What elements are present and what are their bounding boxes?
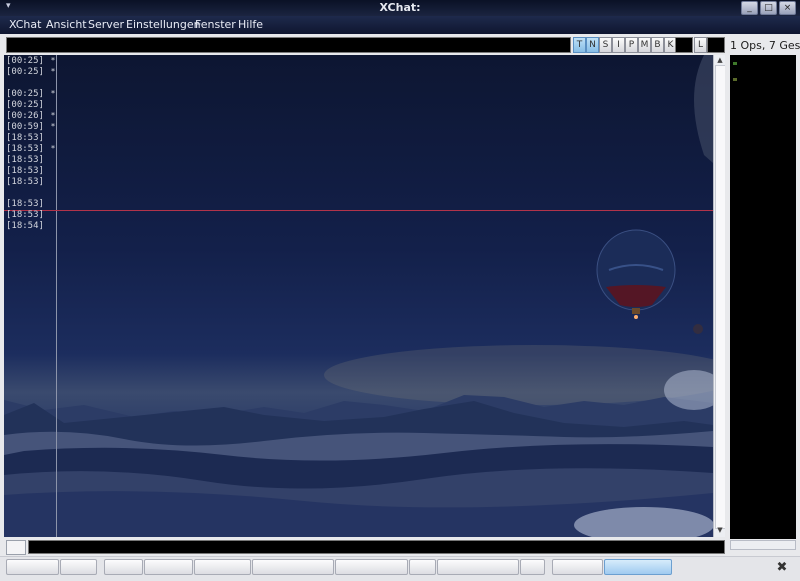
channel-tab-active[interactable] bbox=[604, 559, 672, 575]
chat-timestamp: [18:53] bbox=[6, 177, 44, 187]
user-list[interactable] bbox=[730, 55, 796, 539]
channel-tab[interactable] bbox=[60, 559, 97, 575]
chat-timestamp: [18:53] bbox=[6, 199, 44, 209]
message-input[interactable] bbox=[28, 540, 725, 554]
close-button[interactable]: × bbox=[779, 1, 796, 15]
menu-ansicht[interactable]: Ansicht bbox=[46, 18, 87, 31]
chat-nick: * bbox=[51, 144, 55, 153]
chat-timestamp: [00:25] bbox=[6, 100, 44, 110]
mode-p-button[interactable]: P bbox=[625, 37, 638, 53]
chat-timestamp: [00:25] bbox=[6, 89, 44, 99]
mode-i-button[interactable]: I bbox=[612, 37, 625, 53]
mode-b-button[interactable]: B bbox=[651, 37, 664, 53]
menu-hilfe[interactable]: Hilfe bbox=[238, 18, 263, 31]
chat-timestamp: [00:25] bbox=[6, 67, 44, 77]
user-count: 1 Ops, 7 Gesa bbox=[730, 39, 800, 52]
chat-timestamp: [18:53] bbox=[6, 166, 44, 176]
user-status-icon bbox=[733, 62, 737, 65]
chat-timestamp: [00:26] bbox=[6, 111, 44, 121]
chat-nick: * bbox=[51, 89, 55, 98]
user-list-scrollbar[interactable] bbox=[730, 540, 796, 550]
close-tab-icon[interactable]: ✖ bbox=[775, 561, 789, 575]
chat-timestamp: [18:53] bbox=[6, 155, 44, 165]
chat-timestamp: [18:53] bbox=[6, 133, 44, 143]
limit-field[interactable] bbox=[707, 37, 725, 53]
menu-einstellungen[interactable]: Einstellungen bbox=[126, 18, 201, 31]
chat-timestamp: [00:59] bbox=[6, 122, 44, 132]
key-field[interactable] bbox=[675, 37, 693, 53]
nick-separator bbox=[56, 55, 57, 537]
channel-tab[interactable] bbox=[520, 559, 545, 575]
menu-server[interactable]: Server bbox=[88, 18, 124, 31]
chat-nick: * bbox=[51, 111, 55, 120]
channel-tab[interactable] bbox=[104, 559, 143, 575]
balloon-landscape-background bbox=[4, 55, 713, 537]
title-bar: ▾ XChat: _ □ × bbox=[0, 0, 800, 16]
mode-l-button[interactable]: L bbox=[694, 37, 707, 53]
chat-text-area[interactable]: [00:25] * [00:25] * [00:25] * [00:25] [0… bbox=[4, 55, 713, 537]
channel-tab[interactable] bbox=[409, 559, 436, 575]
minimize-button[interactable]: _ bbox=[741, 1, 758, 15]
channel-tab[interactable] bbox=[144, 559, 193, 575]
mode-m-button[interactable]: M bbox=[638, 37, 651, 53]
maximize-button[interactable]: □ bbox=[760, 1, 777, 15]
chat-timestamp: [18:53] bbox=[6, 210, 44, 220]
topic-input[interactable] bbox=[6, 37, 571, 53]
chat-timestamp: [00:25] bbox=[6, 56, 44, 66]
menu-bar: XChat Ansicht Server Einstellungen Fenst… bbox=[0, 16, 800, 34]
channel-tab[interactable] bbox=[194, 559, 251, 575]
chat-nick: * bbox=[51, 67, 55, 76]
chat-nick: * bbox=[51, 56, 55, 65]
chat-nick: * bbox=[51, 122, 55, 131]
channel-tab[interactable] bbox=[252, 559, 334, 575]
channel-tab[interactable] bbox=[437, 559, 519, 575]
channel-tab[interactable] bbox=[335, 559, 408, 575]
menu-xchat[interactable]: XChat bbox=[9, 18, 41, 31]
marker-line bbox=[4, 210, 713, 211]
mode-s-button[interactable]: S bbox=[599, 37, 612, 53]
chat-timestamp: [18:53] bbox=[6, 144, 44, 154]
window-title: XChat: bbox=[379, 1, 421, 14]
user-status-icon bbox=[733, 78, 737, 81]
channel-tab[interactable] bbox=[6, 559, 59, 575]
mode-t-button[interactable]: T bbox=[573, 37, 586, 53]
nick-button[interactable] bbox=[6, 540, 26, 555]
menu-fenster[interactable]: Fenster bbox=[195, 18, 236, 31]
mode-n-button[interactable]: N bbox=[586, 37, 599, 53]
chat-timestamp: [18:54] bbox=[6, 221, 44, 231]
channel-tab[interactable] bbox=[552, 559, 603, 575]
xchat-window: ▾ XChat: _ □ × XChat Ansicht Server Eins… bbox=[0, 0, 800, 581]
